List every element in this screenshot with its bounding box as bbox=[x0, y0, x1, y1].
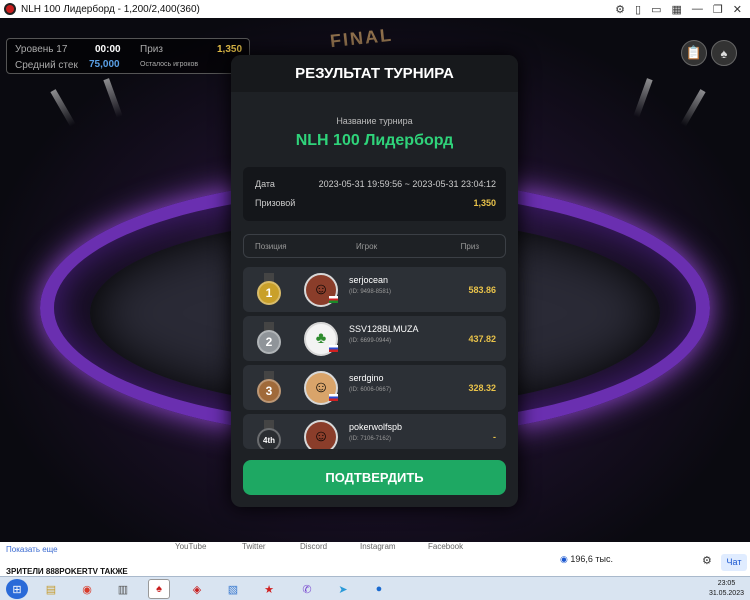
player-name: serjocean bbox=[349, 275, 389, 285]
tile-icon[interactable]: ▭ bbox=[651, 3, 661, 16]
telegram-icon[interactable]: ➤ bbox=[332, 579, 354, 599]
show-more-link[interactable]: Показать еще bbox=[6, 545, 58, 554]
close-icon[interactable]: ✕ bbox=[733, 3, 742, 16]
minimize-icon[interactable]: — bbox=[692, 3, 703, 16]
result-row: 3 ☺ serdgino (ID: 6006-0667) 328.32 bbox=[243, 365, 506, 410]
player-name: pokerwolfspb bbox=[349, 422, 403, 432]
start-button-icon[interactable]: ⊞ bbox=[6, 579, 28, 599]
viewers-icon: ◉ bbox=[560, 554, 568, 564]
tournament-hud: Уровень 17 00:00 Приз 1,350 Средний стек… bbox=[6, 38, 250, 74]
clock-time: 23:05 bbox=[717, 580, 736, 587]
player-prize: 583.86 bbox=[468, 285, 496, 295]
restore-icon[interactable]: ❐ bbox=[713, 3, 723, 16]
hand-history-button[interactable]: 📋 bbox=[681, 40, 707, 66]
facebook-link[interactable]: Facebook bbox=[428, 542, 463, 551]
clipboard-icon: 📋 bbox=[685, 45, 703, 60]
tournament-name: NLH 100 Лидерборд bbox=[295, 132, 454, 149]
stage-light bbox=[103, 78, 123, 118]
prize-label: Приз bbox=[140, 44, 163, 55]
stage-light bbox=[50, 89, 76, 127]
result-row: 4th ☺ pokerwolfspb (ID: 7106-7162) - bbox=[243, 414, 506, 449]
dialog-title: РЕЗУЛЬТАТ ТУРНИРА bbox=[231, 55, 518, 92]
fourth-place-icon: 4th bbox=[255, 420, 283, 449]
window-title: NLH 100 Лидерборд - 1,200/2,400(360) bbox=[21, 3, 200, 15]
system-clock: 23:05 31.05.2023 bbox=[709, 579, 744, 599]
gold-medal-icon: 1 bbox=[255, 273, 283, 305]
viber-icon[interactable]: ✆ bbox=[296, 579, 318, 599]
settings-gear-icon[interactable]: ⚙ bbox=[615, 3, 625, 16]
viewer-count-value: 196,6 тыс. bbox=[570, 554, 613, 564]
players-left-label: Осталось игроков bbox=[140, 61, 199, 68]
avg-stack-label: Средний стек bbox=[15, 60, 78, 71]
youtube-link[interactable]: YouTube bbox=[175, 542, 206, 551]
stage-light bbox=[680, 89, 706, 127]
clock-date: 31.05.2023 bbox=[708, 590, 744, 597]
viewers-also-heading: ЗРИТЕЛИ 888POKERTV ТАКЖЕ bbox=[6, 567, 128, 576]
prize-pool-label: Призовой bbox=[255, 198, 296, 208]
player-id: (ID: 7106-7162) bbox=[349, 436, 392, 442]
windows-taskbar: ⊞ ▤ ◉ ▥ ♠ ◈ ▧ ★ ✆ ➤ ● 23:05 31.05.2023 bbox=[0, 576, 750, 600]
col-position: Позиция bbox=[255, 242, 287, 251]
tournament-info: Дата 2023-05-31 19:59:56 ~ 2023-05-31 23… bbox=[243, 167, 506, 221]
spade-card-icon: ♠ bbox=[720, 45, 728, 61]
player-avatar: ☺ bbox=[304, 420, 338, 449]
level-label: Уровень 17 bbox=[15, 44, 68, 55]
col-prize: Приз bbox=[460, 242, 479, 251]
date-value: 2023-05-31 19:59:56 ~ 2023-05-31 23:04:1… bbox=[318, 179, 496, 189]
twitter-link[interactable]: Twitter bbox=[242, 542, 266, 551]
prize-pool-value: 1,350 bbox=[473, 198, 496, 208]
results-header: Позиция Игрок Приз bbox=[243, 234, 506, 258]
chat-settings-gear-icon[interactable]: ⚙ bbox=[702, 554, 712, 567]
level-timer: 00:00 bbox=[95, 44, 121, 55]
result-row: 2 ♣ SSV128BLMUZA (ID: 6699-0944) 437.82 bbox=[243, 316, 506, 361]
chrome-icon[interactable]: ◉ bbox=[76, 579, 98, 599]
document-icon[interactable]: ▧ bbox=[222, 579, 244, 599]
result-row: 1 ☺ serjocean (ID: 9498-8581) 583.86 bbox=[243, 267, 506, 312]
viewer-count: ◉ 196,6 тыс. bbox=[560, 554, 613, 565]
grid-icon[interactable]: ▦ bbox=[672, 3, 682, 16]
player-id: (ID: 6699-0944) bbox=[349, 338, 392, 344]
stage-light bbox=[633, 78, 653, 118]
col-player: Игрок bbox=[356, 242, 378, 251]
layout-icon[interactable]: ▯ bbox=[635, 3, 641, 16]
tournament-result-dialog: РЕЗУЛЬТАТ ТУРНИРА Название турнира NLH 1… bbox=[231, 55, 518, 507]
prize-value: 1,350 bbox=[217, 44, 243, 55]
confirm-button[interactable]: ПОДТВЕРДИТЬ bbox=[243, 460, 506, 495]
tournament-name-label: Название турнира bbox=[336, 116, 413, 126]
player-prize: 437.82 bbox=[468, 334, 496, 344]
date-label: Дата bbox=[255, 179, 275, 189]
player-prize: - bbox=[493, 432, 496, 442]
pokerstars-icon[interactable]: ★ bbox=[258, 579, 280, 599]
notepad-icon[interactable]: ▥ bbox=[112, 579, 134, 599]
silver-medal-icon: 2 bbox=[255, 322, 283, 354]
final-sign: FINAL bbox=[329, 24, 394, 52]
poker-app-icon[interactable]: ♠ bbox=[148, 579, 170, 599]
player-id: (ID: 6006-0667) bbox=[349, 387, 392, 393]
app-icon[interactable]: ● bbox=[368, 579, 390, 599]
window-titlebar: NLH 100 Лидерборд - 1,200/2,400(360) ⚙ ▯… bbox=[0, 0, 750, 18]
player-id: (ID: 9498-8581) bbox=[349, 289, 392, 295]
player-name: SSV128BLMUZA bbox=[349, 324, 419, 334]
avg-stack-value: 75,000 bbox=[89, 59, 120, 70]
player-prize: 328.32 bbox=[468, 383, 496, 393]
player-name: serdgino bbox=[349, 373, 384, 383]
poker-lobby-icon[interactable]: ◈ bbox=[186, 579, 208, 599]
bronze-medal-icon: 3 bbox=[255, 371, 283, 403]
flag-icon bbox=[329, 345, 338, 352]
flag-icon bbox=[329, 296, 338, 303]
discord-link[interactable]: Discord bbox=[300, 542, 327, 551]
cards-button[interactable]: ♠ bbox=[711, 40, 737, 66]
chat-button[interactable]: Чат bbox=[721, 554, 747, 571]
stream-page-strip: Показать еще ЗРИТЕЛИ 888POKERTV ТАКЖЕ Yo… bbox=[0, 542, 750, 576]
flag-icon bbox=[329, 394, 338, 401]
instagram-link[interactable]: Instagram bbox=[360, 542, 396, 551]
file-explorer-icon[interactable]: ▤ bbox=[40, 579, 62, 599]
app-logo-icon bbox=[4, 3, 16, 15]
